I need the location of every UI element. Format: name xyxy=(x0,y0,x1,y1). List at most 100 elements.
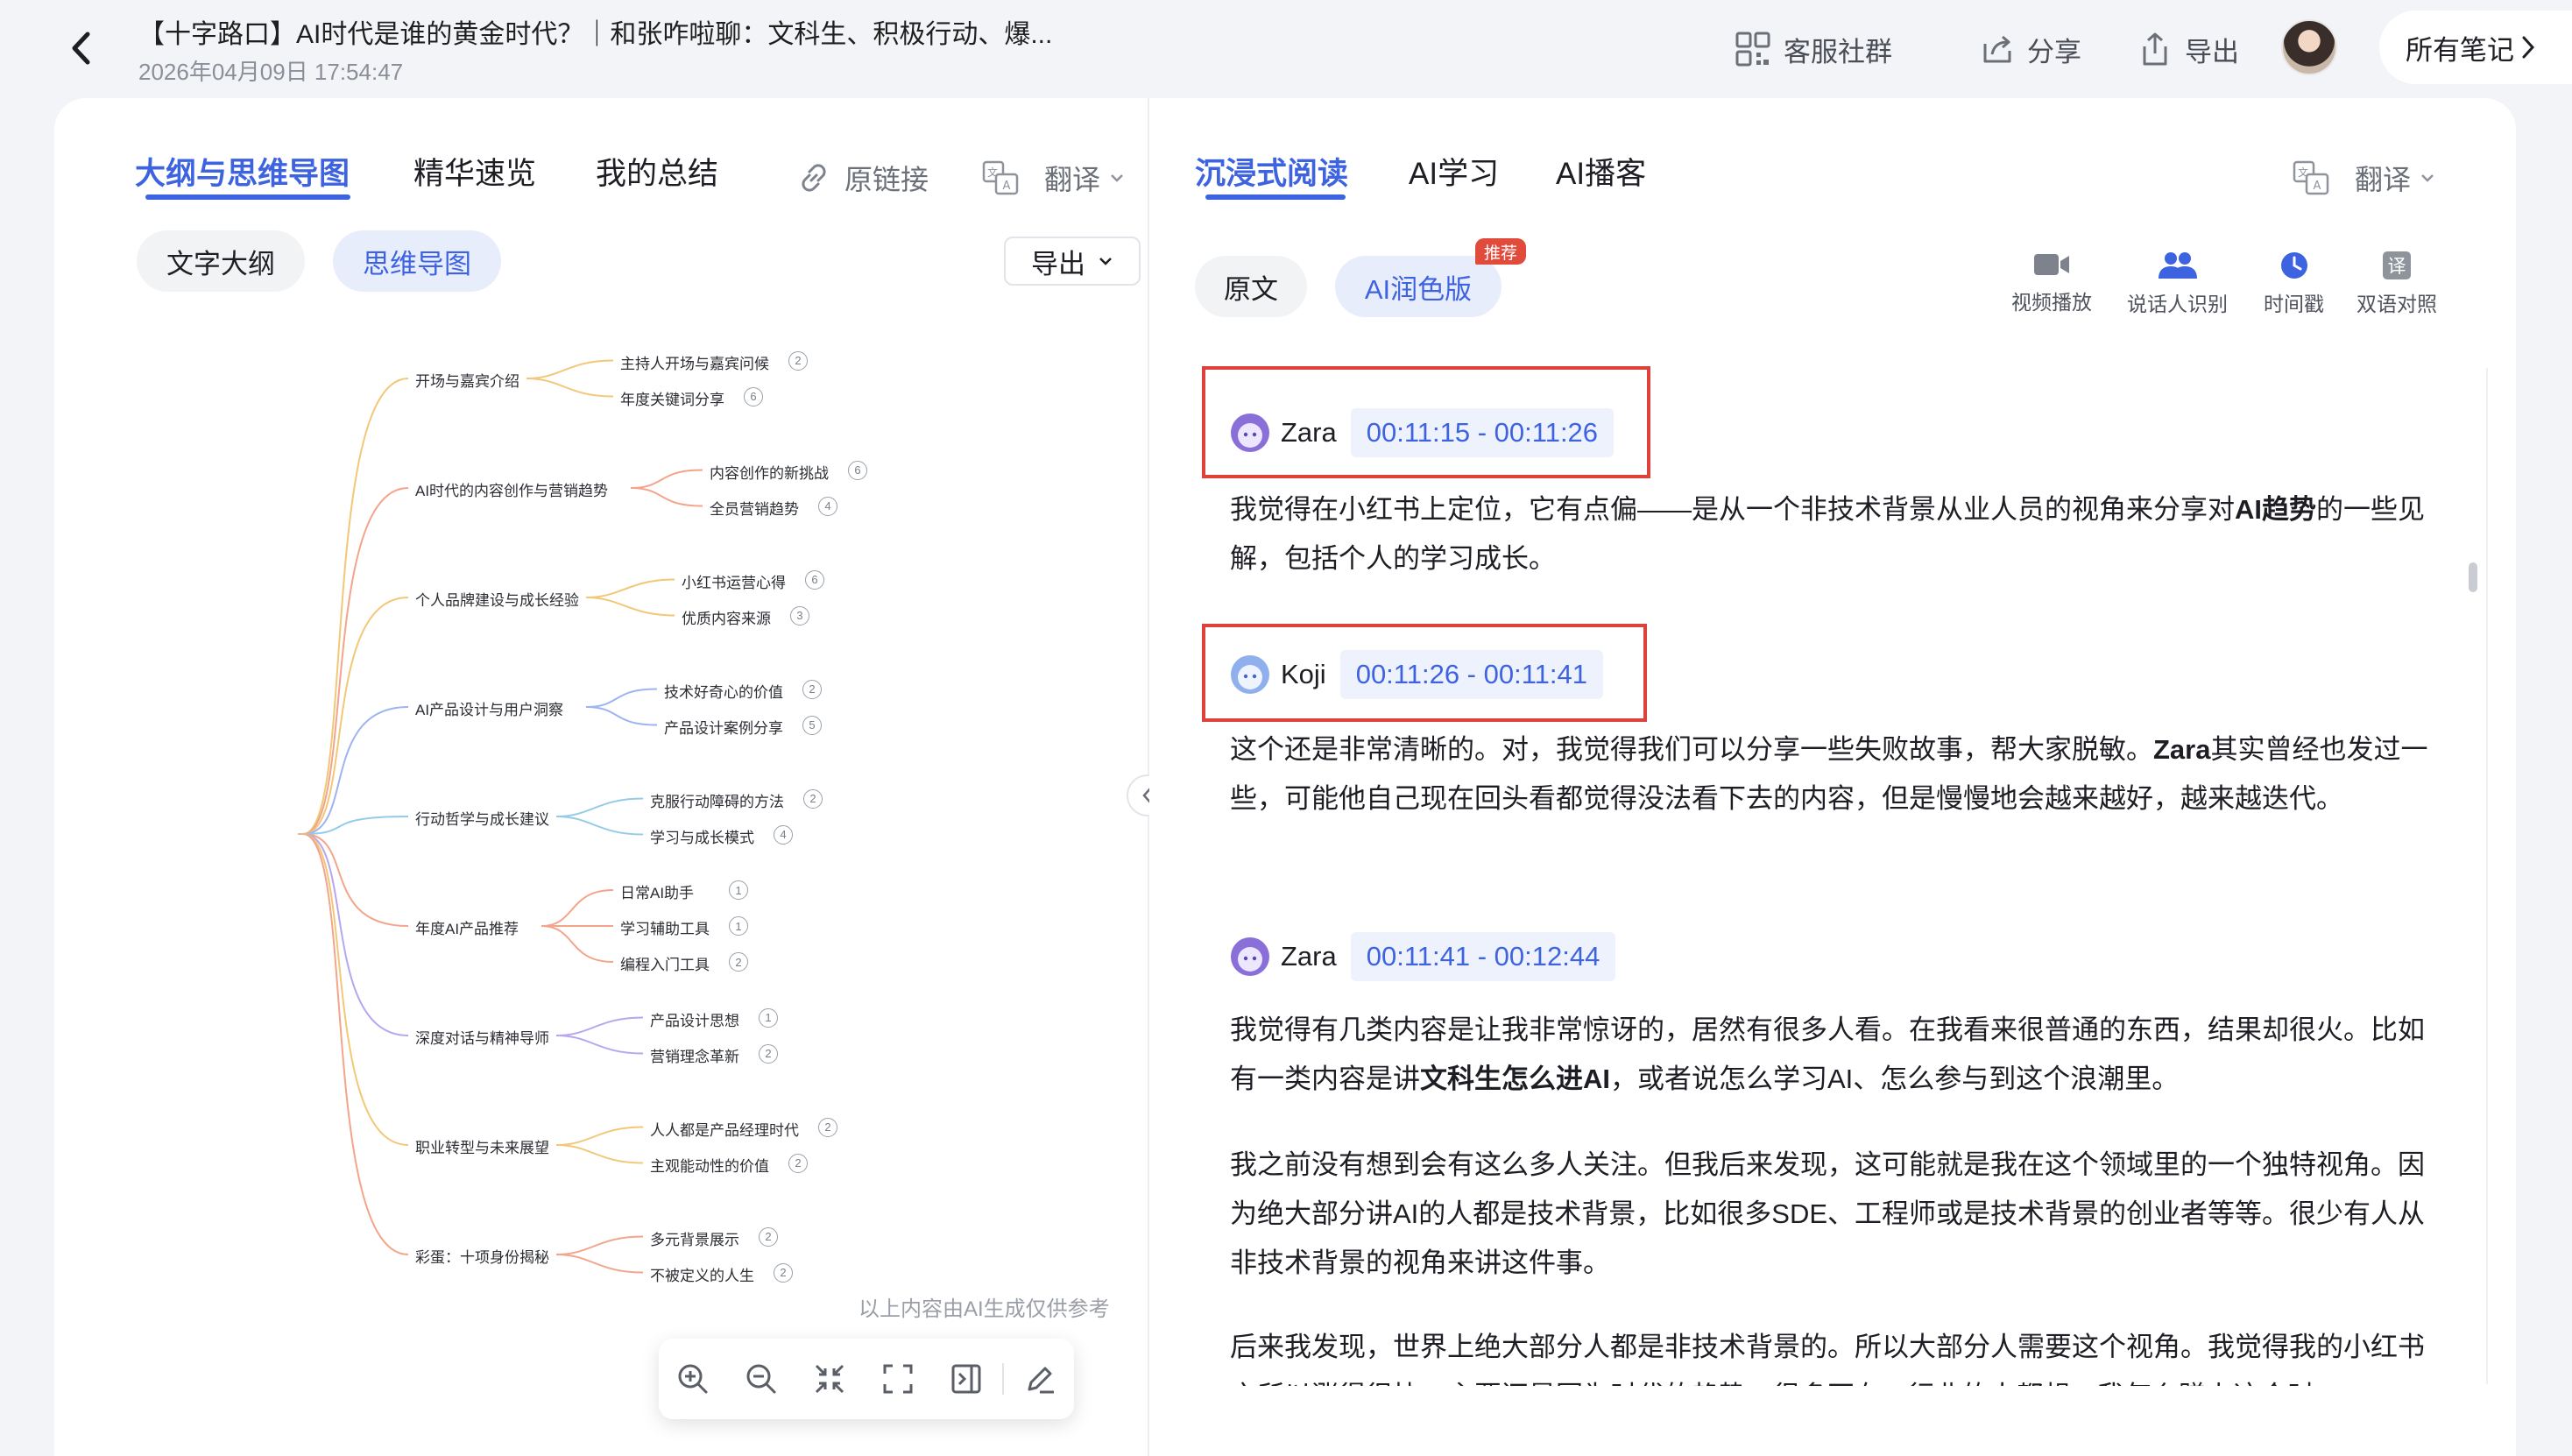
mindmap-branch-node[interactable]: AI时代的内容创作与营销趋势 xyxy=(415,478,608,500)
qr-grid-icon xyxy=(1735,32,1770,67)
mindmap-leaf-node[interactable]: 多元背景展示 xyxy=(650,1227,739,1249)
tab-ai-learning[interactable]: AI学习 xyxy=(1409,149,1499,194)
mindmap-leaf-node[interactable]: 编程入门工具 xyxy=(620,952,710,974)
scrollbar-thumb[interactable] xyxy=(2469,562,2477,592)
toggle-sidebar-button[interactable] xyxy=(932,1339,1000,1419)
mindmap-branch-node[interactable]: 彩蛋：十项身份揭秘 xyxy=(415,1245,549,1267)
svg-text:译: 译 xyxy=(2388,256,2406,277)
mindmap-leaf-node[interactable]: 优质内容来源 xyxy=(682,606,771,628)
recommend-badge: 推荐 xyxy=(1475,238,1526,265)
mindmap-connector xyxy=(555,1235,644,1255)
mindmap-branch-node[interactable]: 行动哲学与成长建议 xyxy=(415,807,549,829)
zoom-out-button[interactable] xyxy=(727,1339,795,1419)
mindmap-leaf-node[interactable]: 学习辅助工具 xyxy=(620,916,710,938)
mindmap-connector xyxy=(555,1016,644,1036)
community-button[interactable]: 客服社群 xyxy=(1735,26,1892,72)
export-button[interactable]: 导出 xyxy=(2137,26,2239,72)
community-label: 客服社群 xyxy=(1784,36,1892,67)
speakers-icon xyxy=(2158,252,2197,279)
mindmap-leaf-node[interactable]: 主观能动性的价值 xyxy=(650,1154,769,1176)
mindmap-count-badge: 2 xyxy=(803,788,823,809)
mindmap-connector xyxy=(541,889,614,927)
transcript-paragraph: 后来我发现，世界上绝大部分人都是非技术背景的。所以大部分人需要这个视角。我觉得我… xyxy=(1230,1332,2425,1386)
edit-button[interactable] xyxy=(1006,1339,1074,1419)
all-notes-button[interactable]: 所有笔记 xyxy=(2379,11,2572,84)
mindmap-count-badge: 1 xyxy=(729,880,748,900)
video-playback-button[interactable]: 视频播放 xyxy=(2011,251,2092,315)
zoom-out-icon xyxy=(746,1364,776,1394)
mindmap-count-badge: 2 xyxy=(788,1153,808,1173)
mindmap-count-badge: 2 xyxy=(729,952,748,972)
mindmap-toolbar xyxy=(659,1339,1074,1419)
mindmap-connector xyxy=(585,597,675,617)
ai-polished-toggle[interactable]: AI润色版 xyxy=(1335,256,1502,317)
transcript-paragraph: 我觉得有几类内容是让我非常惊讶的，居然有很多人看。在我看来很普通的东西，结果却很… xyxy=(1230,1006,2432,1104)
mindmap-connector xyxy=(555,816,644,836)
sidebar-icon xyxy=(951,1364,981,1394)
mindmap-branch-node[interactable]: 个人品牌建设与成长经验 xyxy=(415,588,579,610)
mindmap-leaf-node[interactable]: 克服行动障碍的方法 xyxy=(650,789,784,811)
mindmap-count-badge: 2 xyxy=(802,679,822,699)
active-tab-underline xyxy=(1205,194,1346,200)
original-text-toggle[interactable]: 原文 xyxy=(1195,256,1307,317)
mindmap-connectors xyxy=(298,359,703,1274)
translate-dropdown[interactable]: A文 翻译 xyxy=(2292,158,2435,198)
mindmap-connector xyxy=(302,597,409,835)
mindmap-connector xyxy=(526,378,614,398)
mindmap-count-badge: 6 xyxy=(805,569,824,590)
tab-ai-podcast[interactable]: AI播客 xyxy=(1556,149,1646,194)
mindmap-leaf-node[interactable]: 人人都是产品经理时代 xyxy=(650,1118,799,1140)
mindmap-leaf-node[interactable]: 产品设计案例分享 xyxy=(664,716,783,738)
mindmap-leaf-node[interactable]: 产品设计思想 xyxy=(650,1008,739,1030)
mindmap-leaf-node[interactable]: 日常AI助手 xyxy=(620,880,694,902)
bilingual-button[interactable]: 译 双语对照 xyxy=(2356,251,2437,317)
mindmap-leaf-node[interactable]: 不被定义的人生 xyxy=(650,1263,754,1285)
mindmap-leaf-node[interactable]: 主持人开场与嘉宾问候 xyxy=(620,351,769,373)
timestamp-button[interactable]: 时间戳 xyxy=(2264,251,2324,317)
speaker-identification-label: 说话人识别 xyxy=(2127,293,2228,315)
timestamp-chip[interactable]: 00:11:41 - 00:12:44 xyxy=(1350,932,1616,981)
zoom-in-icon xyxy=(678,1364,708,1394)
mindmap-count-badge: 2 xyxy=(788,350,808,371)
tab-immersive-reading[interactable]: 沉浸式阅读 xyxy=(1195,149,1348,194)
mindmap-branch-node[interactable]: 职业转型与未来展望 xyxy=(415,1135,549,1157)
mindmap-leaf-node[interactable]: 小红书运营心得 xyxy=(682,570,786,592)
toolbar-separator xyxy=(1002,1363,1005,1395)
mindmap-branch-node[interactable]: 开场与嘉宾介绍 xyxy=(415,369,519,391)
mindmap-connector xyxy=(302,378,409,835)
fullscreen-button[interactable] xyxy=(864,1339,932,1419)
fit-center-button[interactable] xyxy=(795,1339,864,1419)
user-avatar[interactable] xyxy=(2281,19,2337,75)
mindmap-leaf-node[interactable]: 营销理念革新 xyxy=(650,1044,739,1066)
ai-disclaimer: 以上内容由AI生成仅供参考 xyxy=(859,1297,1110,1321)
mindmap-leaf-node[interactable]: 内容创作的新挑战 xyxy=(710,461,829,483)
share-button[interactable]: 分享 xyxy=(1980,26,2081,72)
svg-text:A: A xyxy=(2314,180,2321,193)
fullscreen-icon xyxy=(883,1364,913,1394)
transcript-content[interactable]: Zara 00:11:15 - 00:11:26 我觉得在小红书上定位，它有点偏… xyxy=(1230,371,2432,1386)
paragraph-bold-text: 文科生怎么进AI xyxy=(1420,1064,1610,1094)
mindmap-count-badge: 2 xyxy=(759,1226,778,1247)
mindmap-connector xyxy=(630,487,703,507)
speaker-identification-button[interactable]: 说话人识别 xyxy=(2127,251,2228,317)
mindmap-branch-node[interactable]: AI产品设计与用户洞察 xyxy=(415,697,563,719)
mindmap-connector xyxy=(302,833,409,1036)
zoom-in-button[interactable] xyxy=(659,1339,727,1419)
mindmap-leaf-node[interactable]: 学习与成长模式 xyxy=(650,825,754,847)
mindmap-canvas[interactable]: 开场与嘉宾介绍 主持人开场与嘉宾问候 2 年度关键词分享 6 AI时代的内容创作与营销趋势… xyxy=(0,0,1148,1349)
mindmap-count-badge: 6 xyxy=(744,386,763,406)
video-playback-label: 视频播放 xyxy=(2011,291,2092,314)
paragraph-bold-text: Zara xyxy=(2153,734,2211,765)
video-icon xyxy=(2034,254,2069,275)
mindmap-leaf-node[interactable]: 全员营销趋势 xyxy=(710,497,799,519)
mindmap-leaf-node[interactable]: 技术好奇心的价值 xyxy=(664,680,783,702)
mindmap-leaf-node[interactable]: 年度关键词分享 xyxy=(620,387,724,409)
speaker-header: Zara 00:11:41 - 00:12:44 xyxy=(1230,932,1616,981)
mindmap-connector xyxy=(555,1144,644,1164)
highlight-box xyxy=(1202,624,1647,722)
mindmap-branch-node[interactable]: 深度对话与精神导师 xyxy=(415,1026,549,1048)
mindmap-count-badge: 2 xyxy=(818,1117,837,1137)
translate-label: 翻译 xyxy=(2355,164,2412,195)
mindmap-branch-node[interactable]: 年度AI产品推荐 xyxy=(415,916,519,938)
clock-icon xyxy=(2280,252,2307,279)
